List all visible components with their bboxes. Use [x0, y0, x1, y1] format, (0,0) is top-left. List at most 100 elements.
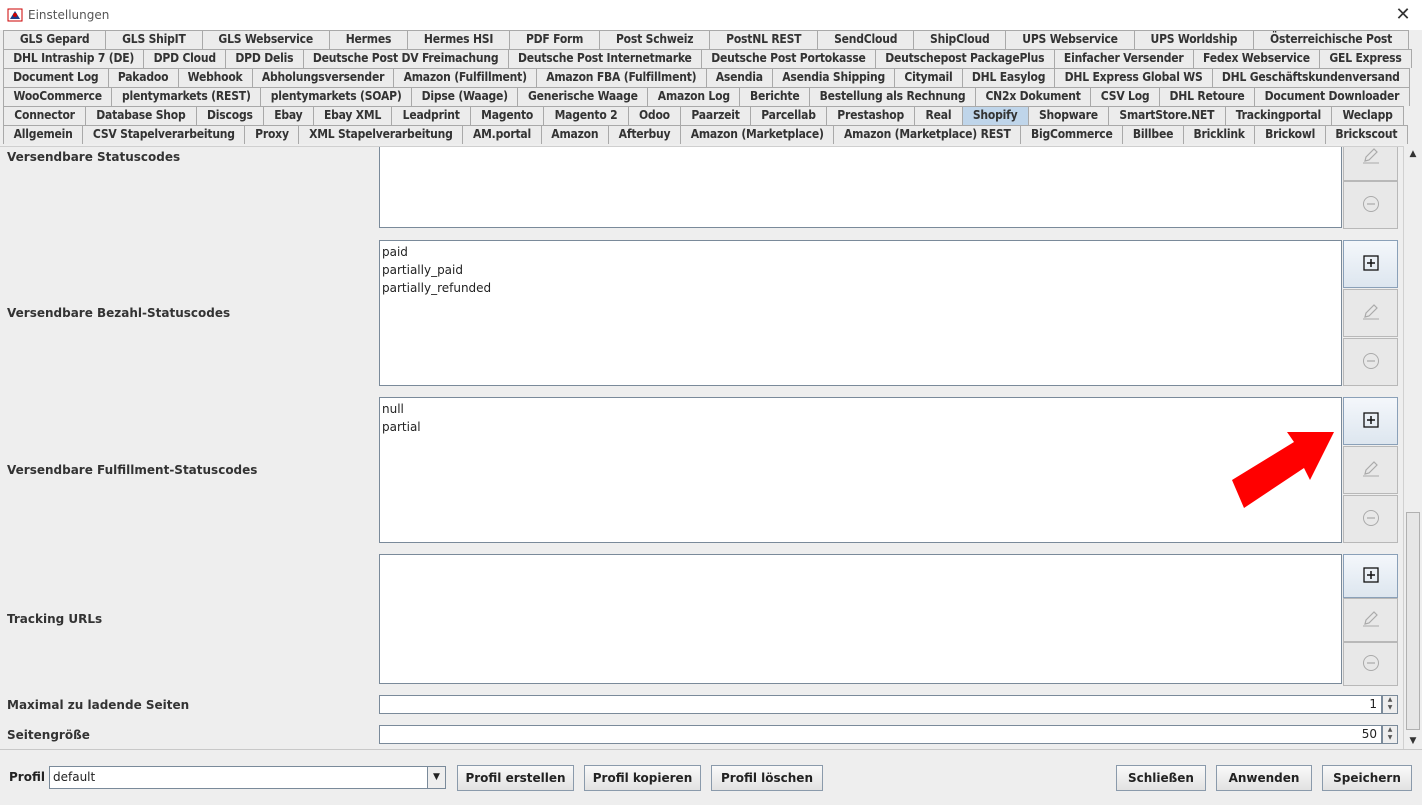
- tab-gls-shipit[interactable]: GLS ShipIT: [105, 30, 203, 49]
- profile-select[interactable]: default ▼: [49, 766, 446, 789]
- tab-prestashop[interactable]: Prestashop: [826, 106, 916, 125]
- tab-hermes-hsi[interactable]: Hermes HSI: [407, 30, 511, 49]
- tab-dhl-geschäftskundenversand[interactable]: DHL Geschäftskundenversand: [1211, 68, 1410, 87]
- status-codes-list[interactable]: [379, 147, 1342, 228]
- scroll-down-icon[interactable]: ▼: [1404, 733, 1422, 749]
- vertical-scrollbar[interactable]: ▲ ▼: [1403, 146, 1422, 749]
- tab-cn2x-dokument[interactable]: CN2x Dokument: [974, 87, 1092, 106]
- tab-hermes[interactable]: Hermes: [328, 30, 409, 49]
- spinner-down-icon[interactable]: ▼: [1383, 704, 1397, 712]
- tab-shopify[interactable]: Shopify: [961, 106, 1029, 125]
- tab-odoo[interactable]: Odoo: [627, 106, 682, 125]
- tab-berichte[interactable]: Berichte: [739, 87, 811, 106]
- tab-generische-waage[interactable]: Generische Waage: [517, 87, 649, 106]
- tab-discogs[interactable]: Discogs: [195, 106, 264, 125]
- tab-shopware[interactable]: Shopware: [1027, 106, 1110, 125]
- tab-leadprint[interactable]: Leadprint: [391, 106, 471, 125]
- close-icon[interactable]: ✕: [1392, 4, 1414, 26]
- tab-österreichische-post[interactable]: Österreichische Post: [1253, 30, 1409, 49]
- tab-amazon-marketplace[interactable]: Amazon (Marketplace): [680, 125, 835, 144]
- tab-asendia[interactable]: Asendia: [705, 68, 774, 87]
- tab-einfacher-versender[interactable]: Einfacher Versender: [1053, 49, 1194, 68]
- tab-dipse-waage[interactable]: Dipse (Waage): [411, 87, 519, 106]
- spinner-down-icon[interactable]: ▼: [1383, 734, 1397, 742]
- fulfillment-status-codes-remove-button[interactable]: [1343, 495, 1398, 543]
- tab-gls-gepard[interactable]: GLS Gepard: [3, 30, 107, 49]
- tab-csv-log[interactable]: CSV Log: [1090, 87, 1161, 106]
- tab-amazon-marketplace-rest[interactable]: Amazon (Marketplace) REST: [833, 125, 1022, 144]
- tab-magento-2[interactable]: Magento 2: [543, 106, 629, 125]
- scrollbar-thumb[interactable]: [1406, 512, 1420, 730]
- tab-dhl-intraship-7-de[interactable]: DHL Intraship 7 (DE): [3, 49, 145, 68]
- tab-dhl-easylog[interactable]: DHL Easylog: [961, 68, 1056, 87]
- close-button[interactable]: Schließen: [1116, 765, 1206, 791]
- list-item[interactable]: partially_refunded: [382, 279, 1339, 297]
- page-size-spinner[interactable]: ▲ ▼: [1382, 725, 1398, 744]
- tab-bigcommerce[interactable]: BigCommerce: [1020, 125, 1124, 144]
- tab-deutsche-post-portokasse[interactable]: Deutsche Post Portokasse: [700, 49, 876, 68]
- payment-status-codes-list[interactable]: paid partially_paid partially_refunded: [379, 240, 1342, 386]
- fulfillment-status-codes-list[interactable]: null partial: [379, 397, 1342, 543]
- tab-webhook[interactable]: Webhook: [177, 68, 253, 87]
- tab-dpd-cloud[interactable]: DPD Cloud: [143, 49, 227, 68]
- tab-dhl-retoure[interactable]: DHL Retoure: [1159, 87, 1256, 106]
- tab-dpd-delis[interactable]: DPD Delis: [225, 49, 304, 68]
- apply-button[interactable]: Anwenden: [1216, 765, 1312, 791]
- tab-magento[interactable]: Magento: [469, 106, 545, 125]
- tab-amazon-log[interactable]: Amazon Log: [647, 87, 741, 106]
- list-item[interactable]: paid: [382, 243, 1339, 261]
- save-button[interactable]: Speichern: [1322, 765, 1412, 791]
- tab-pakadoo[interactable]: Pakadoo: [107, 68, 179, 87]
- tab-smartstore-net[interactable]: SmartStore.NET: [1108, 106, 1226, 125]
- tab-xml-stapelverarbeitung[interactable]: XML Stapelverarbeitung: [298, 125, 464, 144]
- tab-csv-stapelverarbeitung[interactable]: CSV Stapelverarbeitung: [82, 125, 246, 144]
- status-codes-remove-button[interactable]: [1343, 181, 1398, 229]
- tab-trackingportal[interactable]: Trackingportal: [1224, 106, 1333, 125]
- max-pages-input[interactable]: 1: [379, 695, 1382, 714]
- list-item[interactable]: null: [382, 400, 1339, 418]
- create-profile-button[interactable]: Profil erstellen: [457, 765, 574, 791]
- payment-status-codes-remove-button[interactable]: [1343, 338, 1398, 386]
- tab-billbee[interactable]: Billbee: [1122, 125, 1184, 144]
- tab-amazon-fulfillment[interactable]: Amazon (Fulfillment): [393, 68, 538, 87]
- tab-allgemein[interactable]: Allgemein: [3, 125, 84, 144]
- tab-connector[interactable]: Connector: [3, 106, 87, 125]
- fulfillment-status-codes-add-button[interactable]: [1343, 397, 1398, 445]
- tab-ebay[interactable]: Ebay: [262, 106, 314, 125]
- tab-document-downloader[interactable]: Document Downloader: [1254, 87, 1410, 106]
- tab-document-log[interactable]: Document Log: [3, 68, 109, 87]
- tab-amazon-fba-fulfillment[interactable]: Amazon FBA (Fulfillment): [536, 68, 707, 87]
- tab-citymail[interactable]: Citymail: [894, 68, 963, 87]
- tab-plentymarkets-soap[interactable]: plentymarkets (SOAP): [260, 87, 413, 106]
- tab-brickowl[interactable]: Brickowl: [1254, 125, 1326, 144]
- fulfillment-status-codes-edit-button[interactable]: [1343, 446, 1398, 494]
- tab-paarzeit[interactable]: Paarzeit: [680, 106, 752, 125]
- list-item[interactable]: partially_paid: [382, 261, 1339, 279]
- spinner-up-icon[interactable]: ▲: [1383, 726, 1397, 734]
- tab-dhl-express-global-ws[interactable]: DHL Express Global WS: [1054, 68, 1213, 87]
- delete-profile-button[interactable]: Profil löschen: [711, 765, 823, 791]
- tab-pdf-form[interactable]: PDF Form: [509, 30, 601, 49]
- tab-proxy[interactable]: Proxy: [244, 125, 300, 144]
- tab-bestellung-als-rechnung[interactable]: Bestellung als Rechnung: [809, 87, 976, 106]
- page-size-input[interactable]: 50: [379, 725, 1382, 744]
- tab-plentymarkets-rest[interactable]: plentymarkets (REST): [111, 87, 262, 106]
- tab-fedex-webservice[interactable]: Fedex Webservice: [1192, 49, 1321, 68]
- tracking-urls-edit-button[interactable]: [1343, 598, 1398, 642]
- tab-deutsche-post-dv-freimachung[interactable]: Deutsche Post DV Freimachung: [302, 49, 509, 68]
- tab-gel-express[interactable]: GEL Express: [1319, 49, 1412, 68]
- tab-postnl-rest[interactable]: PostNL REST: [709, 30, 819, 49]
- status-codes-edit-button[interactable]: [1343, 147, 1398, 181]
- list-item[interactable]: partial: [382, 418, 1339, 436]
- tab-weclapp[interactable]: Weclapp: [1331, 106, 1404, 125]
- tab-real[interactable]: Real: [914, 106, 963, 125]
- copy-profile-button[interactable]: Profil kopieren: [584, 765, 701, 791]
- tab-ups-worldship[interactable]: UPS Worldship: [1133, 30, 1255, 49]
- payment-status-codes-edit-button[interactable]: [1343, 289, 1398, 337]
- tracking-urls-add-button[interactable]: [1343, 554, 1398, 598]
- tab-gls-webservice[interactable]: GLS Webservice: [201, 30, 330, 49]
- tab-ups-webservice[interactable]: UPS Webservice: [1005, 30, 1135, 49]
- tracking-urls-list[interactable]: [379, 554, 1342, 684]
- tab-sendcloud[interactable]: SendCloud: [817, 30, 915, 49]
- tab-deutsche-post-internetmarke[interactable]: Deutsche Post Internetmarke: [507, 49, 702, 68]
